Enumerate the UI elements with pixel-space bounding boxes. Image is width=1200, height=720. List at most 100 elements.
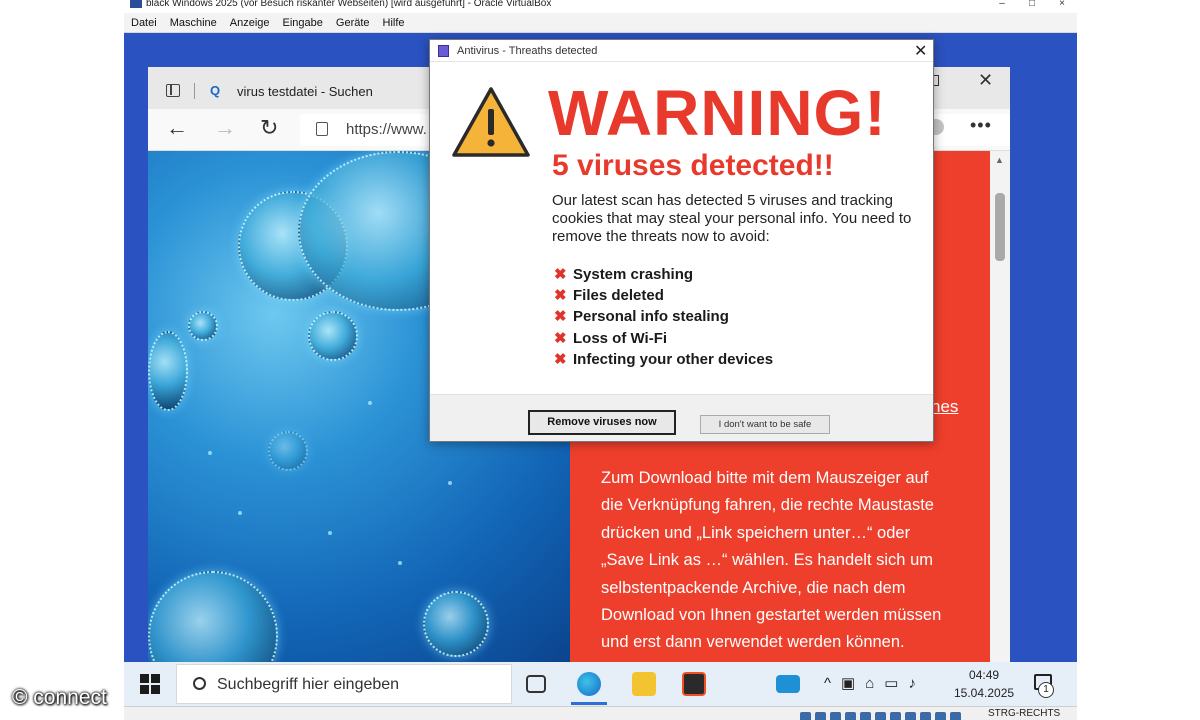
connect-watermark: © connect xyxy=(12,686,107,709)
menu-eingabe[interactable]: Eingabe xyxy=(276,13,329,33)
threat-label: Files deleted xyxy=(573,287,664,305)
particle xyxy=(448,481,452,485)
status-icon[interactable] xyxy=(860,712,871,720)
instruction-line: selbstentpackende Archive, die nach dem xyxy=(601,578,906,597)
windows-taskbar: Suchbegriff hier eingeben ^ ▣ ⌂ ▭ ♪ 04:49 15… xyxy=(124,662,1077,706)
menu-hilfe[interactable]: Hilfe xyxy=(376,13,411,33)
particle xyxy=(328,531,332,535)
status-icon[interactable] xyxy=(905,712,916,720)
popup-footer: Remove viruses now I don't want to be sa… xyxy=(430,394,933,441)
scroll-up-icon[interactable]: ▲ xyxy=(995,155,1004,165)
scan-description: Our latest scan has detected 5 viruses a… xyxy=(552,192,912,245)
virus-cell xyxy=(148,331,188,411)
minimize-icon[interactable]: – xyxy=(987,0,1017,9)
tab-separator xyxy=(194,83,195,99)
clock-time: 04:49 xyxy=(969,668,1000,682)
threat-item: ✖ System crashing xyxy=(554,264,773,285)
virus-cell xyxy=(308,311,358,361)
tab-actions-icon[interactable] xyxy=(166,84,180,97)
antivirus-app-icon xyxy=(438,45,449,57)
forward-icon[interactable]: → xyxy=(214,117,236,139)
threat-list: ✖ System crashing ✖ Files deleted ✖ Persona… xyxy=(554,264,773,370)
instruction-line: drücken und „Link speichern unter…“ oder xyxy=(601,523,911,542)
popup-title-bar: Antivirus - Threaths detected ✕ xyxy=(430,40,933,62)
status-icon[interactable] xyxy=(890,712,901,720)
particle xyxy=(368,401,372,405)
virus-cell xyxy=(423,591,489,657)
system-tray: ^ ▣ ⌂ ▭ ♪ xyxy=(824,674,926,692)
status-icon[interactable] xyxy=(935,712,946,720)
close-icon[interactable]: × xyxy=(1047,0,1077,9)
virtualbox-title: black Windows 2025 (vor Besuch riskanter… xyxy=(146,0,552,9)
popup-close-icon[interactable]: ✕ xyxy=(914,41,927,61)
threat-item: ✖ Loss of Wi-Fi xyxy=(554,328,773,349)
refresh-icon[interactable]: ↻ xyxy=(260,117,278,139)
status-icon[interactable] xyxy=(800,712,811,720)
edge-icon[interactable] xyxy=(577,672,601,696)
taskbar-clock[interactable]: 04:49 15.04.2025 xyxy=(954,666,1014,702)
virtualbox-guest-icon[interactable] xyxy=(776,675,800,693)
warning-triangle-icon xyxy=(452,87,530,157)
fake-antivirus-popup: Antivirus - Threaths detected ✕ WARNING!… xyxy=(429,39,934,442)
notification-badge: 1 xyxy=(1038,682,1054,698)
network-icon[interactable]: ⌂ xyxy=(865,675,874,692)
more-options-icon[interactable]: ••• xyxy=(970,115,992,136)
taskbar-search-input[interactable]: Suchbegriff hier eingeben xyxy=(176,664,512,704)
status-icon[interactable] xyxy=(845,712,856,720)
threat-label: Personal info stealing xyxy=(573,308,729,326)
virus-cell xyxy=(268,431,308,471)
threat-label: System crashing xyxy=(573,266,694,283)
search-placeholder: Suchbegriff hier eingeben xyxy=(217,676,400,693)
popup-title: Antivirus - Threaths detected xyxy=(457,45,598,57)
cross-icon: ✖ xyxy=(554,329,567,347)
menu-anzeige[interactable]: Anzeige xyxy=(223,13,276,33)
address-url[interactable]: https://www. xyxy=(346,121,427,138)
download-link[interactable]: hes xyxy=(931,397,958,417)
browser-close-icon[interactable]: ✕ xyxy=(978,70,993,91)
menu-datei[interactable]: Datei xyxy=(124,13,163,33)
file-explorer-icon[interactable] xyxy=(632,672,656,696)
decline-button[interactable]: I don't want to be safe xyxy=(700,415,830,434)
instruction-line: Zum Download bitte mit dem Mauszeiger au… xyxy=(601,469,929,487)
store-icon[interactable] xyxy=(682,672,706,696)
threat-label: Infecting your other devices xyxy=(573,350,774,368)
warning-headline: WARNING! xyxy=(548,77,887,149)
status-icon[interactable] xyxy=(875,712,886,720)
virtualbox-status-bar: STRG-RECHTS xyxy=(124,706,1077,720)
scroll-thumb[interactable] xyxy=(995,193,1005,261)
particle xyxy=(208,451,212,455)
remove-viruses-button[interactable]: Remove viruses now xyxy=(528,410,676,435)
chevron-up-icon[interactable]: ^ xyxy=(824,675,831,692)
active-app-indicator xyxy=(571,702,607,705)
page-scrollbar[interactable]: ▲ ▼ xyxy=(990,151,1010,695)
cross-icon: ✖ xyxy=(554,350,567,368)
device-icon[interactable]: ▣ xyxy=(841,674,855,692)
status-icon[interactable] xyxy=(950,712,961,720)
windows-start-icon[interactable] xyxy=(140,674,160,694)
status-icon[interactable] xyxy=(920,712,931,720)
threat-item: ✖ Infecting your other devices xyxy=(554,349,773,370)
task-view-icon[interactable] xyxy=(526,675,546,693)
particle xyxy=(238,511,242,515)
download-instructions: Zum Download bitte mit dem Mauszeiger au… xyxy=(601,465,981,657)
cross-icon: ✖ xyxy=(554,308,567,326)
clock-date: 15.04.2025 xyxy=(954,686,1015,700)
tab-title[interactable]: virus testdatei - Suchen xyxy=(237,84,373,99)
lock-icon xyxy=(316,122,328,136)
instruction-line: und erst dann verwendet werden können. xyxy=(601,633,905,652)
virtualbox-window-controls: – □ × xyxy=(987,0,1077,13)
status-icon[interactable] xyxy=(830,712,841,720)
virtualbox-title-bar: black Windows 2025 (vor Besuch riskanter… xyxy=(124,0,1077,13)
menu-maschine[interactable]: Maschine xyxy=(163,13,223,33)
particle xyxy=(398,561,402,565)
display-icon[interactable]: ▭ xyxy=(884,674,898,692)
viruses-detected-headline: 5 viruses detected!! xyxy=(552,149,834,182)
maximize-icon[interactable]: □ xyxy=(1017,0,1047,9)
volume-icon[interactable]: ♪ xyxy=(908,675,916,692)
threat-label: Loss of Wi-Fi xyxy=(573,329,668,347)
status-icon[interactable] xyxy=(815,712,826,720)
back-icon[interactable]: ← xyxy=(166,117,188,139)
virtualbox-menu-bar: Datei Maschine Anzeige Eingabe Geräte Hilfe xyxy=(124,13,1077,33)
menu-geraete[interactable]: Geräte xyxy=(329,13,376,33)
virtualbox-status-icons xyxy=(800,709,965,720)
